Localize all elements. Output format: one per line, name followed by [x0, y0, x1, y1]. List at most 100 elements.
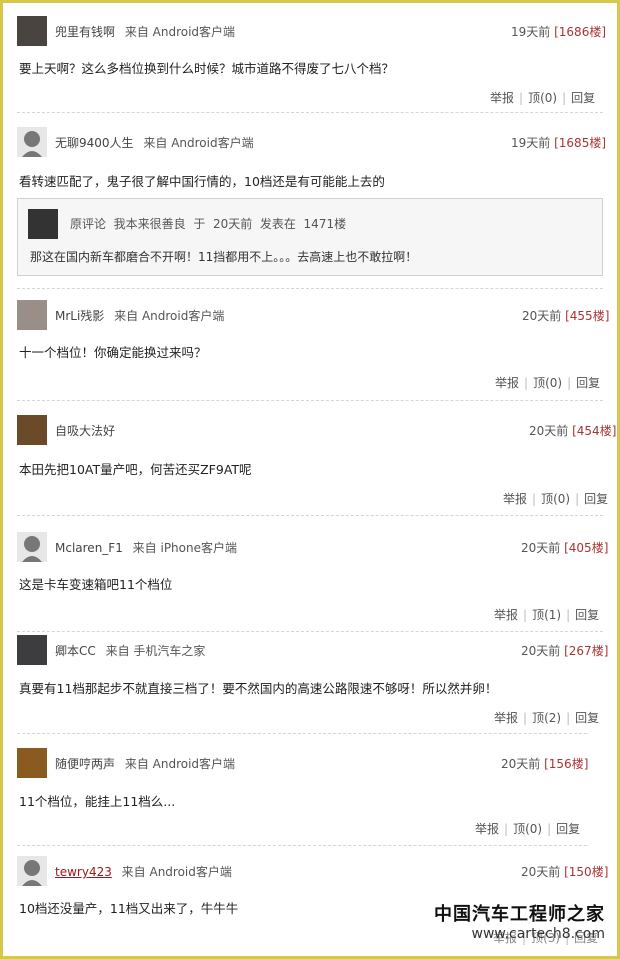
floor-number[interactable]: [156楼]: [544, 757, 588, 771]
user-avatar[interactable]: [17, 532, 47, 562]
post-time-floor: 20天前 [156楼]: [501, 755, 588, 772]
upvote-link[interactable]: 顶(1): [532, 608, 561, 622]
comment-text: 本田先把10AT量产吧，何苦还买ZF9AT呢: [19, 462, 252, 477]
comment-divider: [17, 288, 603, 289]
comment-item: MrLi残影 来自 Android客户端 20天前 [455楼] 十一个档位！你…: [17, 300, 609, 390]
comment-item: 卿本CC 来自 手机汽车之家 20天前 [267楼] 真要有11档那起步不就直接…: [17, 635, 608, 725]
report-link[interactable]: 举报: [495, 376, 519, 390]
username-link[interactable]: 兜里有钱啊: [55, 25, 115, 39]
reply-link[interactable]: 回复: [556, 822, 580, 836]
post-time: 19天前: [511, 136, 551, 150]
comment-divider: [17, 845, 587, 846]
client-source: 来自 Android客户端: [124, 25, 236, 39]
username-link[interactable]: 随便哼两声: [55, 757, 115, 771]
comment-divider: [17, 631, 603, 632]
username-link[interactable]: tewry423: [55, 865, 112, 879]
post-time: 20天前: [529, 424, 569, 438]
post-time-floor: 20天前 [267楼]: [521, 642, 608, 659]
post-time: 20天前: [501, 757, 541, 771]
floor-number[interactable]: [1685楼]: [554, 136, 606, 150]
floor-number[interactable]: [455楼]: [565, 309, 609, 323]
username-link[interactable]: 自吸大法好: [55, 424, 115, 438]
floor-number[interactable]: [267楼]: [564, 644, 608, 658]
comment-item: 兜里有钱啊 来自 Android客户端 19天前 [1686楼] 要上天啊？这么…: [17, 16, 607, 106]
user-avatar[interactable]: [17, 415, 47, 445]
comment-text: 10档还没量产，11档又出来了，牛牛牛: [19, 901, 239, 916]
client-source: 来自 Android客户端: [124, 757, 236, 771]
quoted-comment-header: 原评论 我本来很善良 于 20天前 发表在 1471楼: [70, 215, 346, 232]
report-link[interactable]: 举报: [475, 822, 499, 836]
comment-text: 看转速匹配了，鬼子很了解中国行情的，10档还是有可能能上去的: [19, 174, 385, 189]
user-avatar[interactable]: [17, 127, 47, 157]
reply-link[interactable]: 回复: [584, 492, 608, 506]
client-source: 来自 Android客户端: [143, 136, 254, 150]
comment-text: 十一个档位！你确定能换过来吗？: [19, 345, 207, 360]
upvote-link[interactable]: 顶(0): [528, 91, 557, 105]
username-link[interactable]: 无聊9400人生: [55, 136, 134, 150]
post-time: 20天前: [521, 644, 561, 658]
user-avatar[interactable]: [17, 635, 47, 665]
quoted-username[interactable]: 我本来很善良: [114, 217, 186, 231]
comment-actions: 举报 | 顶(0) | 回复: [475, 822, 581, 836]
user-avatar[interactable]: [17, 748, 47, 778]
comment-text: 要上天啊？这么多档位换到什么时候？城市道路不得废了七八个档？: [19, 61, 395, 76]
comment-meta: 兜里有钱啊 来自 Android客户端: [55, 23, 235, 40]
comment-item: 随便哼两声 来自 Android客户端 20天前 [156楼] 11个档位，能挂…: [17, 748, 597, 838]
post-time-floor: 20天前 [455楼]: [522, 307, 609, 324]
comment-actions: 举报 | 顶(0) | 回复: [490, 91, 596, 105]
reply-link[interactable]: 回复: [571, 91, 595, 105]
report-link[interactable]: 举报: [503, 492, 527, 506]
comment-meta: 卿本CC 来自 手机汽车之家: [55, 642, 205, 659]
quoted-comment: 原评论 我本来很善良 于 20天前 发表在 1471楼 那这在国内新车都磨合不开…: [17, 198, 603, 276]
quoted-text: 那这在国内新车都磨合不开啊！11挡都用不上。。。去高速上也不敢拉啊！: [30, 250, 418, 264]
report-link[interactable]: 举报: [494, 711, 518, 725]
username-link[interactable]: Mclaren_F1: [55, 541, 123, 555]
report-link[interactable]: 举报: [490, 91, 514, 105]
comment-actions: 举报 | 顶(0) | 回复: [495, 376, 601, 390]
post-time: 19天前: [511, 25, 551, 39]
floor-number[interactable]: [150楼]: [564, 865, 608, 879]
post-time-floor: 20天前 [454楼]: [529, 422, 616, 439]
username-link[interactable]: MrLi残影: [55, 309, 104, 323]
comment-divider: [17, 733, 587, 734]
quote-posted: 发表在: [259, 217, 296, 231]
comment-meta: 随便哼两声 来自 Android客户端: [55, 755, 235, 772]
quote-label: 原评论: [70, 217, 107, 231]
floor-number[interactable]: [405楼]: [564, 541, 608, 555]
reply-link[interactable]: 回复: [575, 711, 599, 725]
post-time-floor: 20天前 [405楼]: [521, 539, 608, 556]
user-avatar[interactable]: [17, 300, 47, 330]
report-link[interactable]: 举报: [494, 608, 518, 622]
quoted-floor[interactable]: 1471楼: [304, 217, 347, 231]
comment-text: 这是卡车变速箱吧11个档位: [19, 577, 173, 592]
client-source: 来自 Android客户端: [121, 865, 232, 879]
user-avatar[interactable]: [17, 856, 47, 886]
site-watermark: 中国汽车工程师之家 www.cartech8.com: [434, 900, 605, 942]
comment-text: 11个档位，能挂上11档么...: [19, 794, 176, 809]
floor-number[interactable]: [1686楼]: [554, 25, 606, 39]
comment-item: Mclaren_F1 来自 iPhone客户端 20天前 [405楼] 这是卡车…: [17, 532, 608, 622]
user-avatar[interactable]: [17, 16, 47, 46]
upvote-link[interactable]: 顶(0): [513, 822, 542, 836]
comment-divider: [17, 400, 603, 401]
post-time: 20天前: [522, 309, 562, 323]
quoted-user-avatar[interactable]: [28, 209, 58, 239]
client-source: 来自 iPhone客户端: [132, 541, 237, 555]
comment-item: 自吸大法好 20天前 [454楼] 本田先把10AT量产吧，何苦还买ZF9AT呢…: [17, 415, 616, 506]
upvote-link[interactable]: 顶(0): [541, 492, 570, 506]
post-time: 20天前: [521, 541, 561, 555]
post-time-floor: 19天前 [1685楼]: [511, 134, 606, 151]
comment-divider: [17, 515, 603, 516]
post-time-floor: 19天前 [1686楼]: [511, 23, 606, 40]
reply-link[interactable]: 回复: [575, 608, 599, 622]
quoted-time: 20天前: [212, 217, 253, 231]
floor-number[interactable]: [454楼]: [572, 424, 616, 438]
reply-link[interactable]: 回复: [576, 376, 600, 390]
upvote-link[interactable]: 顶(0): [533, 376, 562, 390]
watermark-url: www.cartech8.com: [471, 926, 605, 942]
client-source: 来自 Android客户端: [114, 309, 225, 323]
username-link[interactable]: 卿本CC: [55, 644, 96, 658]
upvote-link[interactable]: 顶(2): [532, 711, 561, 725]
comment-actions: 举报 | 顶(2) | 回复: [494, 711, 600, 725]
default-avatar-icon: [22, 860, 42, 886]
